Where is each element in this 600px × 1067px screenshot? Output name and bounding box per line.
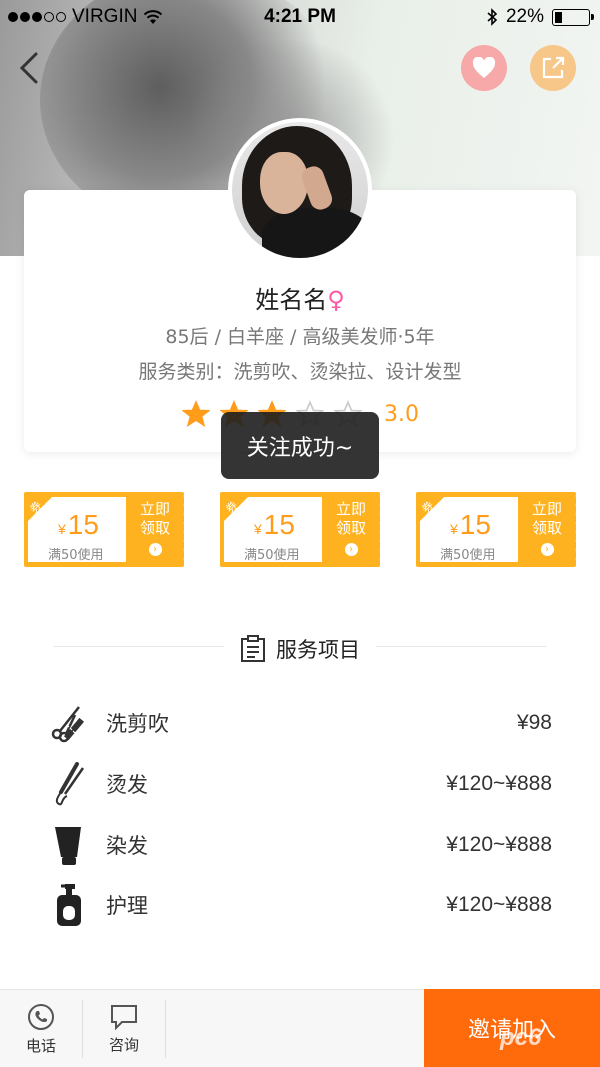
service-name: 烫发 (106, 773, 148, 797)
service-name: 洗剪吹 (106, 712, 169, 736)
service-price: ¥120~¥888 (446, 833, 552, 856)
service-categories: 服务类别：洗剪吹、烫染拉、设计发型 (138, 361, 462, 383)
consult-label: 咨询 (108, 1035, 139, 1054)
coupon-amount: ¥15 (450, 509, 491, 540)
clipboard-icon (241, 635, 265, 662)
coupon-tag: 券 (224, 497, 258, 531)
watermark: pc6 (500, 1024, 542, 1051)
coupon-edge (181, 492, 187, 567)
phone-icon (28, 1003, 54, 1030)
chevron-right-icon: › (540, 543, 554, 556)
follow-success-toast: 关注成功~ (221, 412, 379, 479)
coupon-condition: 满50使用 (244, 548, 300, 563)
favorite-button[interactable] (461, 45, 507, 91)
coupon-tag: 券 (420, 497, 454, 531)
claim-coupon-button[interactable]: 立即 领取 › (130, 500, 180, 557)
service-item[interactable]: 烫发 ¥120~¥888 (48, 759, 552, 809)
lotion-bottle-icon (48, 882, 90, 928)
service-name: 染发 (106, 834, 148, 858)
service-price: ¥98 (516, 711, 552, 734)
service-item[interactable]: 洗剪吹 ¥98 (48, 698, 552, 748)
service-item[interactable]: 护理 ¥120~¥888 (48, 880, 552, 930)
curling-iron-icon (48, 761, 90, 807)
coupon-amount: ¥15 (58, 509, 99, 540)
coupon-card[interactable]: 券 ¥15 满50使用 立即 领取 › (220, 492, 383, 567)
battery-percent: 22% (505, 6, 544, 27)
claim-coupon-button[interactable]: 立即 领取 › (326, 500, 376, 557)
service-price: ¥120~¥888 (446, 772, 552, 795)
chevron-left-icon (19, 52, 38, 84)
battery-icon (552, 8, 594, 26)
status-bar: VIRGIN 4:21 PM 22% (0, 0, 600, 34)
coupon-condition: 满50使用 (48, 548, 104, 563)
consult-button[interactable]: 咨询 (83, 990, 165, 1067)
service-name: 护理 (106, 894, 148, 918)
coupon-body: 券 ¥15 满50使用 (420, 497, 518, 563)
coupon-body: 券 ¥15 满50使用 (28, 497, 126, 563)
avatar[interactable] (228, 118, 372, 262)
services-section-title: 服务项目 (276, 638, 360, 662)
share-button[interactable] (530, 45, 576, 91)
share-icon (542, 56, 565, 79)
chevron-right-icon: › (148, 543, 162, 556)
service-item[interactable]: 染发 ¥120~¥888 (48, 820, 552, 870)
stylist-name-row: 姓名名♀ (0, 280, 600, 315)
coupon-edge (573, 492, 579, 567)
coupon-card[interactable]: 券 ¥15 满50使用 立即 领取 › (24, 492, 187, 567)
bluetooth-icon (487, 8, 498, 26)
stylist-details: 85后 / 白羊座 / 高级美发师·5年 (165, 326, 435, 348)
service-price: ¥120~¥888 (446, 893, 552, 916)
claim-coupon-button[interactable]: 立即 领取 › (522, 500, 572, 557)
stylist-name: 姓名名 (255, 286, 328, 314)
scissors-comb-icon (48, 700, 90, 746)
star-filled-icon (182, 400, 210, 428)
rating-score: 3.0 (384, 401, 419, 427)
coupon-edge (377, 492, 383, 567)
dye-tube-icon (48, 822, 90, 868)
female-icon: ♀ (327, 286, 345, 314)
back-button[interactable] (12, 48, 52, 88)
phone-button[interactable]: 电话 (0, 990, 82, 1067)
phone-label: 电话 (25, 1036, 56, 1055)
coupon-tag: 券 (28, 497, 62, 531)
coupon-condition: 满50使用 (440, 548, 496, 563)
chevron-right-icon: › (344, 543, 358, 556)
services-section-header: 服务项目 (54, 628, 546, 664)
coupon-body: 券 ¥15 满50使用 (224, 497, 322, 563)
coupon-card[interactable]: 券 ¥15 满50使用 立即 领取 › (416, 492, 579, 567)
chat-icon (111, 1004, 137, 1030)
coupon-amount: ¥15 (254, 509, 295, 540)
heart-icon (472, 57, 496, 78)
